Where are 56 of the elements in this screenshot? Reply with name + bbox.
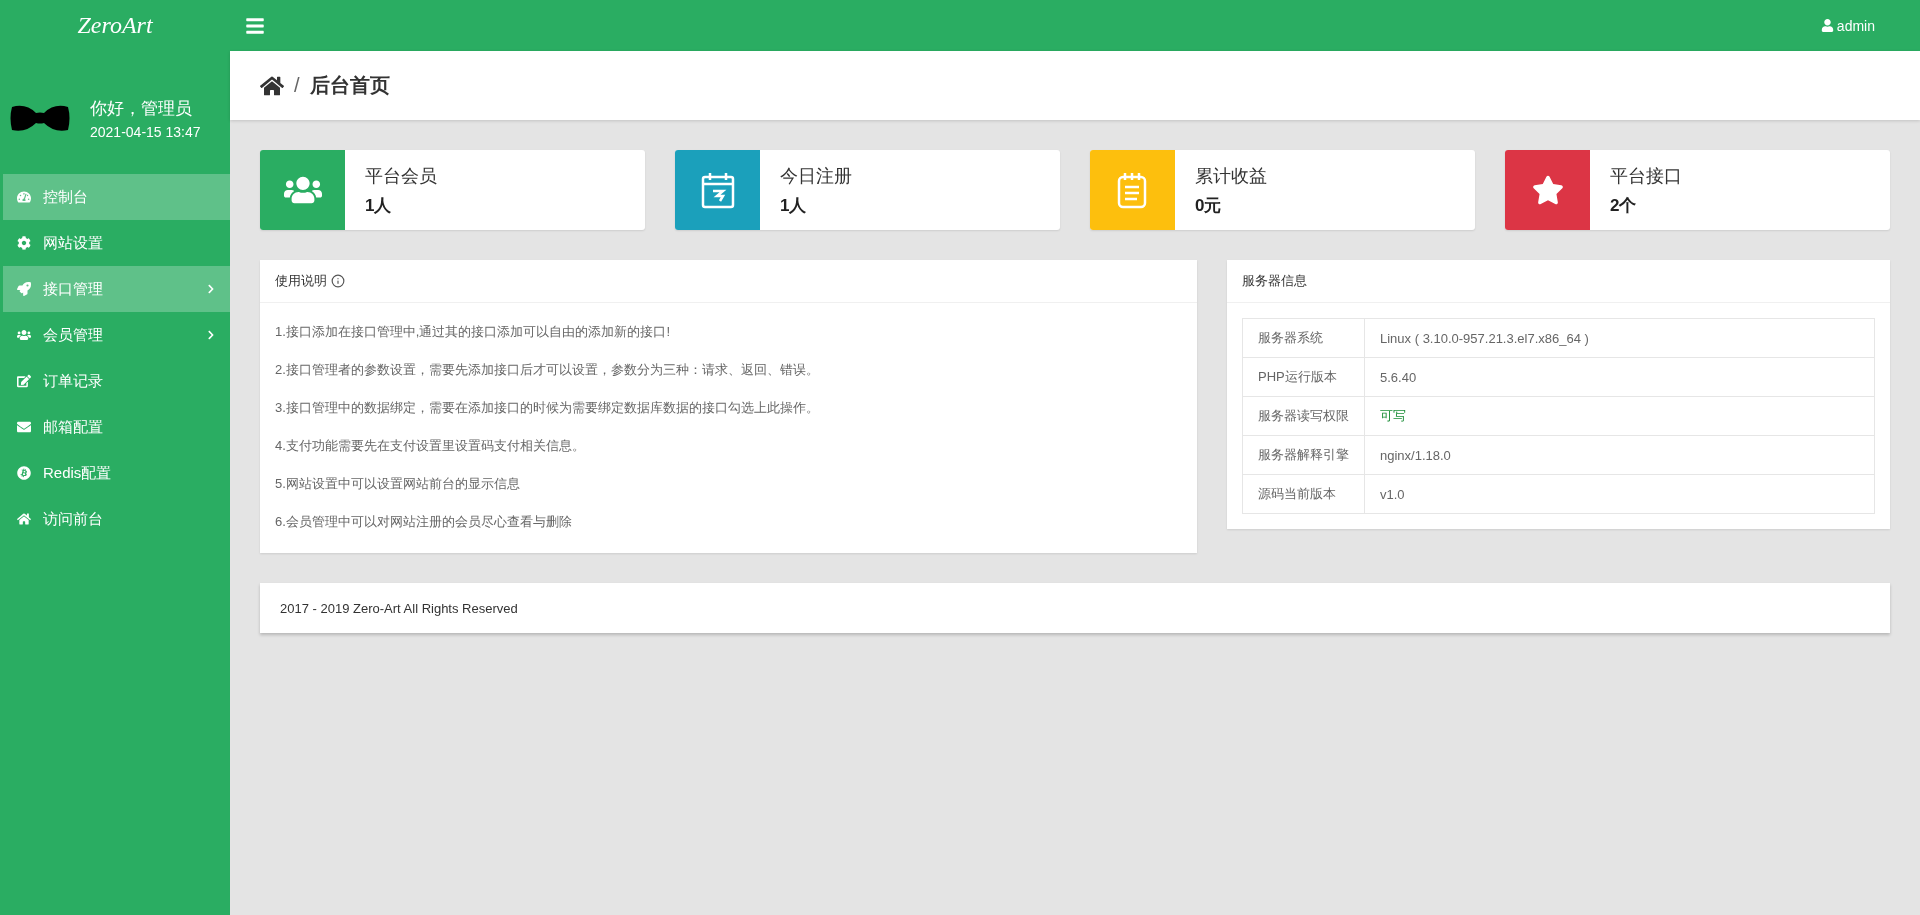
users-icon	[17, 328, 31, 342]
login-time: 2021-04-15 13:47	[90, 123, 201, 140]
usage-text: 3.接口管理中的数据绑定，需要在添加接口的时候为需要绑定数据库数据的接口勾选上此操作。	[275, 399, 820, 417]
stat-title: 今日注册	[780, 164, 852, 188]
rocket-icon	[17, 282, 31, 296]
table-cell: 服务器读写权限	[1242, 396, 1365, 436]
sidebar-item[interactable]: 访问前台	[3, 496, 230, 542]
mail-icon	[17, 420, 31, 434]
table-cell: v1.0	[1364, 474, 1875, 514]
info-icon	[331, 274, 345, 288]
sidebar-item[interactable]: Redis配置	[3, 450, 230, 496]
table-cell: 5.6.40	[1364, 357, 1875, 397]
gear-icon	[17, 236, 31, 250]
menu-icon[interactable]	[245, 15, 265, 36]
stat-value: 1人	[365, 194, 393, 217]
sidebar-item[interactable]: 会员管理	[3, 312, 230, 358]
table-cell: 可写	[1364, 396, 1875, 436]
home-icon	[17, 512, 31, 526]
stat-title: 平台接口	[1610, 164, 1682, 188]
notepad-icon	[1116, 171, 1149, 209]
stat-title: 平台会员	[365, 164, 437, 188]
table-cell: PHP运行版本	[1242, 357, 1365, 397]
greeting: 你好，管理员	[90, 97, 193, 120]
table-cell: 服务器系统	[1242, 318, 1365, 358]
sidebar-item[interactable]: 邮箱配置	[3, 404, 230, 450]
logo[interactable]: ZeroArt	[77, 12, 153, 39]
sidebar-item[interactable]: 订单记录	[3, 358, 230, 404]
user-icon	[1820, 19, 1834, 32]
usage-text: 2.接口管理者的参数设置，需要先添加接口后才可以设置，参数分为三种：请求、返回、错误。	[275, 361, 820, 379]
table-cell: 服务器解释引擎	[1242, 435, 1365, 475]
stat-title: 累计收益	[1195, 164, 1267, 188]
panel-title: 服务器信息	[1242, 272, 1307, 290]
panel-title: 使用说明	[275, 272, 327, 290]
copyright-text: 2017 - 2019 Zero-Art All Rights Reserved	[280, 600, 518, 616]
edit-icon	[17, 374, 31, 388]
usage-text: 5.网站设置中可以设置网站前台的显示信息	[275, 475, 521, 493]
usage-text: 6.会员管理中可以对网站注册的会员尽心查看与删除	[275, 513, 573, 531]
sidebar-item[interactable]: 控制台	[3, 174, 230, 220]
stat-value: 2个	[1610, 194, 1638, 217]
stat-value: 0元	[1195, 194, 1223, 217]
bitcoin-icon	[17, 466, 31, 480]
page-title: 后台首页	[309, 73, 390, 98]
breadcrumb-separator: /	[294, 74, 300, 97]
user-menu[interactable]: admin	[1820, 17, 1875, 34]
sidebar-item[interactable]: 接口管理	[3, 266, 230, 312]
table-cell: 源码当前版本	[1242, 474, 1365, 514]
sidebar-item[interactable]: 网站设置	[3, 220, 230, 266]
star-icon	[1531, 174, 1564, 206]
stat-value: 1人	[780, 194, 808, 217]
bow-tie-avatar	[10, 103, 70, 133]
gauge-icon	[17, 190, 31, 204]
table-cell: Linux ( 3.10.0-957.21.3.el7.x86_64 )	[1364, 318, 1875, 358]
usage-text: 4.支付功能需要先在支付设置里设置码支付相关信息。	[275, 437, 586, 455]
usage-text: 1.接口添加在接口管理中,通过其的接口添加可以自由的添加新的接口!	[275, 323, 672, 341]
calendar-icon	[700, 171, 735, 209]
table-cell: nginx/1.18.0	[1364, 435, 1875, 475]
